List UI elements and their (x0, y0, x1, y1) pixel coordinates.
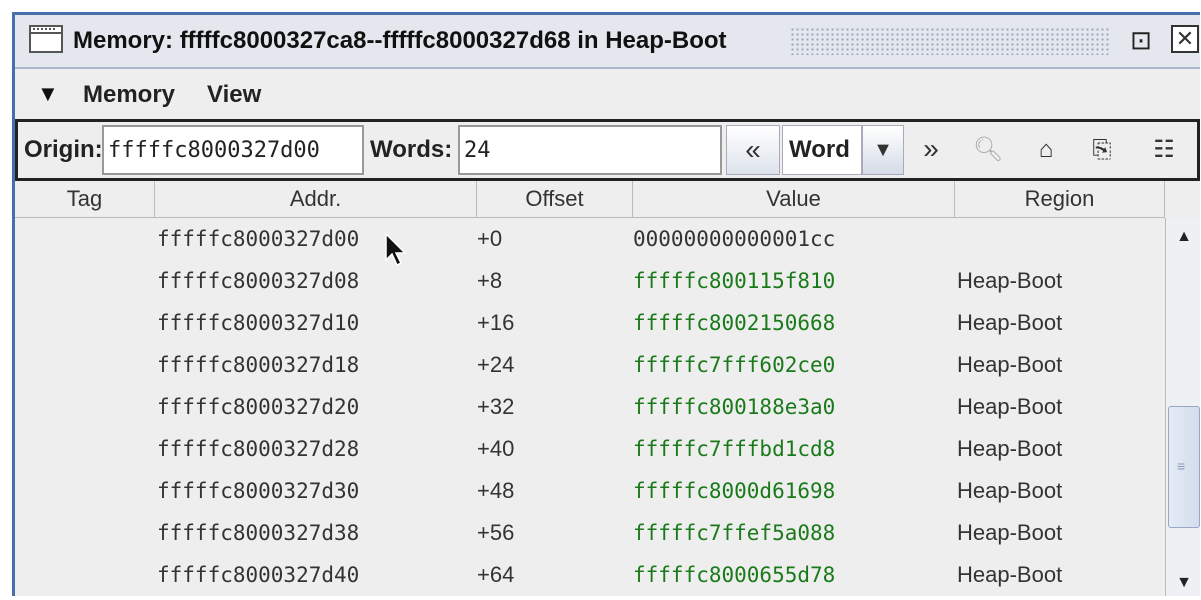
origin-input[interactable] (102, 125, 364, 175)
cell-offset: +32 (477, 394, 515, 419)
cell-value: fffffc7fffbd1cd8 (633, 437, 836, 461)
cell-addr: fffffc8000327d30 (157, 479, 360, 503)
cell-addr: fffffc8000327d28 (157, 437, 360, 461)
menu-memory[interactable]: Memory (83, 81, 175, 109)
cell-offset: +56 (477, 520, 515, 545)
cell-region: Heap-Boot (957, 478, 1063, 503)
previous-button[interactable]: « (726, 125, 780, 175)
unit-select[interactable]: Word (782, 125, 862, 175)
cell-region: Heap-Boot (957, 394, 1063, 419)
cell-region: Heap-Boot (957, 436, 1063, 461)
cell-addr: fffffc8000327d00 (157, 227, 360, 251)
cell-value: fffffc800188e3a0 (633, 395, 836, 419)
memory-table: fffffc8000327d00 +0 00000000000001cc fffffc… (15, 218, 1165, 596)
table-header: Tag Addr. Offset Value Region (15, 181, 1165, 218)
column-header-tag[interactable]: Tag (15, 181, 155, 217)
scrollbar-thumb[interactable]: ≡ (1168, 406, 1200, 528)
cell-value: fffffc8000655d78 (633, 563, 836, 587)
binoculars-icon[interactable]: 🔍︎ (964, 125, 1012, 175)
title-bar[interactable]: Memory: fffffc8000327ca8--fffffc8000327d… (15, 15, 1200, 69)
scroll-down-icon[interactable]: ▼ (1170, 566, 1198, 596)
menu-bar: ▼ Memory View (15, 69, 1200, 119)
memory-window: Memory: fffffc8000327ca8--fffffc8000327d… (12, 12, 1200, 596)
column-header-region[interactable]: Region (955, 181, 1165, 217)
column-header-offset[interactable]: Offset (477, 181, 633, 217)
table-row[interactable]: fffffc8000327d30 +48 fffffc8000d61698 Heap-… (15, 470, 1165, 512)
cell-region: Heap-Boot (957, 520, 1063, 545)
cell-offset: +64 (477, 562, 515, 587)
copy-icon[interactable]: ⎘ (1078, 125, 1126, 175)
close-icon[interactable]: ✕ (1171, 25, 1199, 53)
chevron-down-icon[interactable]: ▼ (862, 125, 904, 175)
cell-region: Heap-Boot (957, 562, 1063, 587)
cell-addr: fffffc8000327d08 (157, 269, 360, 293)
cell-value: fffffc7ffef5a088 (633, 521, 836, 545)
cell-region: Heap-Boot (957, 310, 1063, 335)
cell-offset: +24 (477, 352, 515, 377)
columns-icon[interactable]: ☷ (1140, 125, 1188, 175)
window-icon (29, 25, 63, 53)
cell-value: 00000000000001cc (633, 227, 836, 251)
window-title: Memory: fffffc8000327ca8--fffffc8000327d… (73, 27, 727, 54)
cell-value: fffffc8000d61698 (633, 479, 836, 503)
words-input[interactable] (458, 125, 722, 175)
vertical-scrollbar[interactable]: ▲ ≡ ▼ (1165, 218, 1200, 596)
table-row[interactable]: fffffc8000327d00 +0 00000000000001cc (15, 218, 1165, 260)
scroll-up-icon[interactable]: ▲ (1170, 220, 1198, 254)
mouse-pointer-icon (385, 232, 407, 267)
restore-icon[interactable]: ⊡ (1127, 25, 1155, 55)
menu-arrow-icon[interactable]: ▼ (37, 81, 59, 107)
cell-addr: fffffc8000327d18 (157, 353, 360, 377)
cell-value: fffffc7fff602ce0 (633, 353, 836, 377)
table-row[interactable]: fffffc8000327d38 +56 fffffc7ffef5a088 Heap-… (15, 512, 1165, 554)
home-icon[interactable]: ⌂ (1022, 125, 1070, 175)
toolbar: Origin: Words: « Word ▼ » 🔍︎ ⌂ ⎘ ☷ (15, 119, 1200, 181)
column-header-addr[interactable]: Addr. (155, 181, 477, 217)
table-row[interactable]: fffffc8000327d08 +8 fffffc800115f810 Heap-B… (15, 260, 1165, 302)
origin-label: Origin: (24, 136, 103, 163)
cell-addr: fffffc8000327d38 (157, 521, 360, 545)
cell-addr: fffffc8000327d10 (157, 311, 360, 335)
table-row[interactable]: fffffc8000327d40 +64 fffffc8000655d78 Heap-… (15, 554, 1165, 596)
table-row[interactable]: fffffc8000327d28 +40 fffffc7fffbd1cd8 Heap-… (15, 428, 1165, 470)
cell-addr: fffffc8000327d40 (157, 563, 360, 587)
cell-region: Heap-Boot (957, 268, 1063, 293)
table-row[interactable]: fffffc8000327d10 +16 fffffc8002150668 Heap-… (15, 302, 1165, 344)
cell-offset: +0 (477, 226, 503, 251)
cell-offset: +16 (477, 310, 515, 335)
table-row[interactable]: fffffc8000327d18 +24 fffffc7fff602ce0 Heap-… (15, 344, 1165, 386)
words-label: Words: (370, 136, 453, 163)
menu-view[interactable]: View (207, 81, 261, 109)
title-bar-grip (790, 27, 1110, 55)
cell-offset: +8 (477, 268, 503, 293)
cell-offset: +40 (477, 436, 515, 461)
cell-offset: +48 (477, 478, 515, 503)
table-row[interactable]: fffffc8000327d20 +32 fffffc800188e3a0 Heap-… (15, 386, 1165, 428)
cell-value: fffffc800115f810 (633, 269, 836, 293)
cell-addr: fffffc8000327d20 (157, 395, 360, 419)
cell-value: fffffc8002150668 (633, 311, 836, 335)
column-header-value[interactable]: Value (633, 181, 955, 217)
next-button[interactable]: » (906, 125, 956, 175)
cell-region: Heap-Boot (957, 352, 1063, 377)
